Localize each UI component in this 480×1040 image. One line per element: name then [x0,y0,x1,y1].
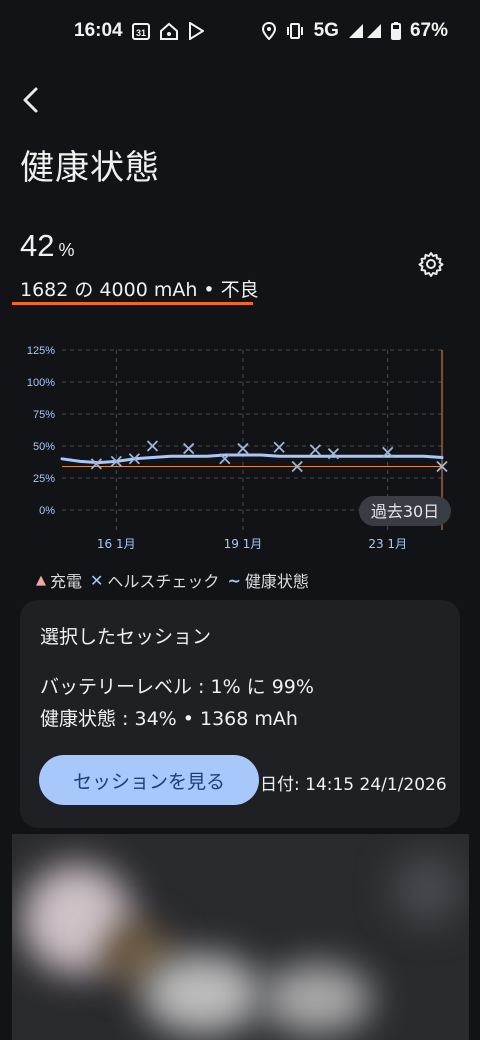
health-check-point [146,440,159,452]
legend-item-charging: ▲ 充電 [36,568,82,592]
network-type: 5G [313,20,339,41]
blurred-banner [12,834,469,1040]
legend-label-health: 健康状態 [244,572,309,591]
calendar-icon: 31 [131,22,150,40]
vibrate-icon [285,22,305,40]
health-chart[interactable]: 125% 100% 75% 50% 25% 0% 16 1月 19 1月 23 1月 過去30日 [0,330,480,560]
home-wifi-icon [159,22,179,40]
chevron-left-icon [23,87,38,113]
x-tick-label: 23 1月 [368,537,407,551]
legend-label-charging: 充電 [50,572,83,591]
y-tick-label: 0% [39,505,55,517]
y-tick-label: 125% [27,345,55,357]
signal-icon [348,23,382,39]
page-title: 健康状態 [20,148,160,188]
svg-text:31: 31 [136,28,146,38]
card-title: 選択したセッション [40,626,212,648]
location-icon [261,22,276,40]
legend-item-health: ~ 健康状態 [227,568,308,592]
status-bar: 16:04 31 5G 67% [0,0,480,62]
chart-legend: ▲ 充電 ✕ ヘルスチェック ~ 健康状態 [36,568,309,592]
health-check-point [237,442,249,455]
session-health-text: 健康状態 : 34% • 1368 mAh [40,708,298,730]
percent-unit: % [58,240,75,260]
y-tick-label: 75% [33,409,55,421]
wave-icon: ~ [227,570,241,590]
selected-session-card: 選択したセッション バッテリーレベル : 1% に 99% 健康状態 : 34%… [20,600,460,828]
y-tick-label: 50% [33,441,55,453]
battery-percent: 67% [409,20,448,41]
capacity-text: 1682 の 4000 mAh • 不良 [20,279,259,301]
health-percent-value: 42 [20,228,55,263]
play-store-icon [188,22,204,40]
y-tick-label: 100% [27,377,55,389]
x-tick-label: 19 1月 [224,537,263,551]
range-chip-label: 過去30日 [371,502,439,521]
legend-item-health-check: ✕ ヘルスチェック [90,568,219,592]
cross-icon: ✕ [90,570,104,590]
x-tick-label: 16 1月 [97,537,136,551]
legend-label-health-check: ヘルスチェック [107,572,220,591]
y-tick-label: 25% [33,473,55,485]
health-check-point [309,444,321,456]
health-check-point [183,442,195,455]
triangle-icon: ▲ [36,572,46,588]
session-date: 日付: 14:15 24/1/2026 [260,775,447,795]
clock: 16:04 [74,20,123,41]
battery-level-text: バッテリーレベル : 1% に 99% [40,676,314,698]
view-session-button[interactable]: セッションを見る [39,755,259,805]
health-percent: 42% [20,228,75,264]
capacity-underline [12,302,253,305]
back-button[interactable] [14,82,46,118]
battery-icon [390,22,401,40]
gear-icon [418,252,444,277]
settings-button[interactable] [417,250,445,278]
health-check-point [273,441,285,453]
